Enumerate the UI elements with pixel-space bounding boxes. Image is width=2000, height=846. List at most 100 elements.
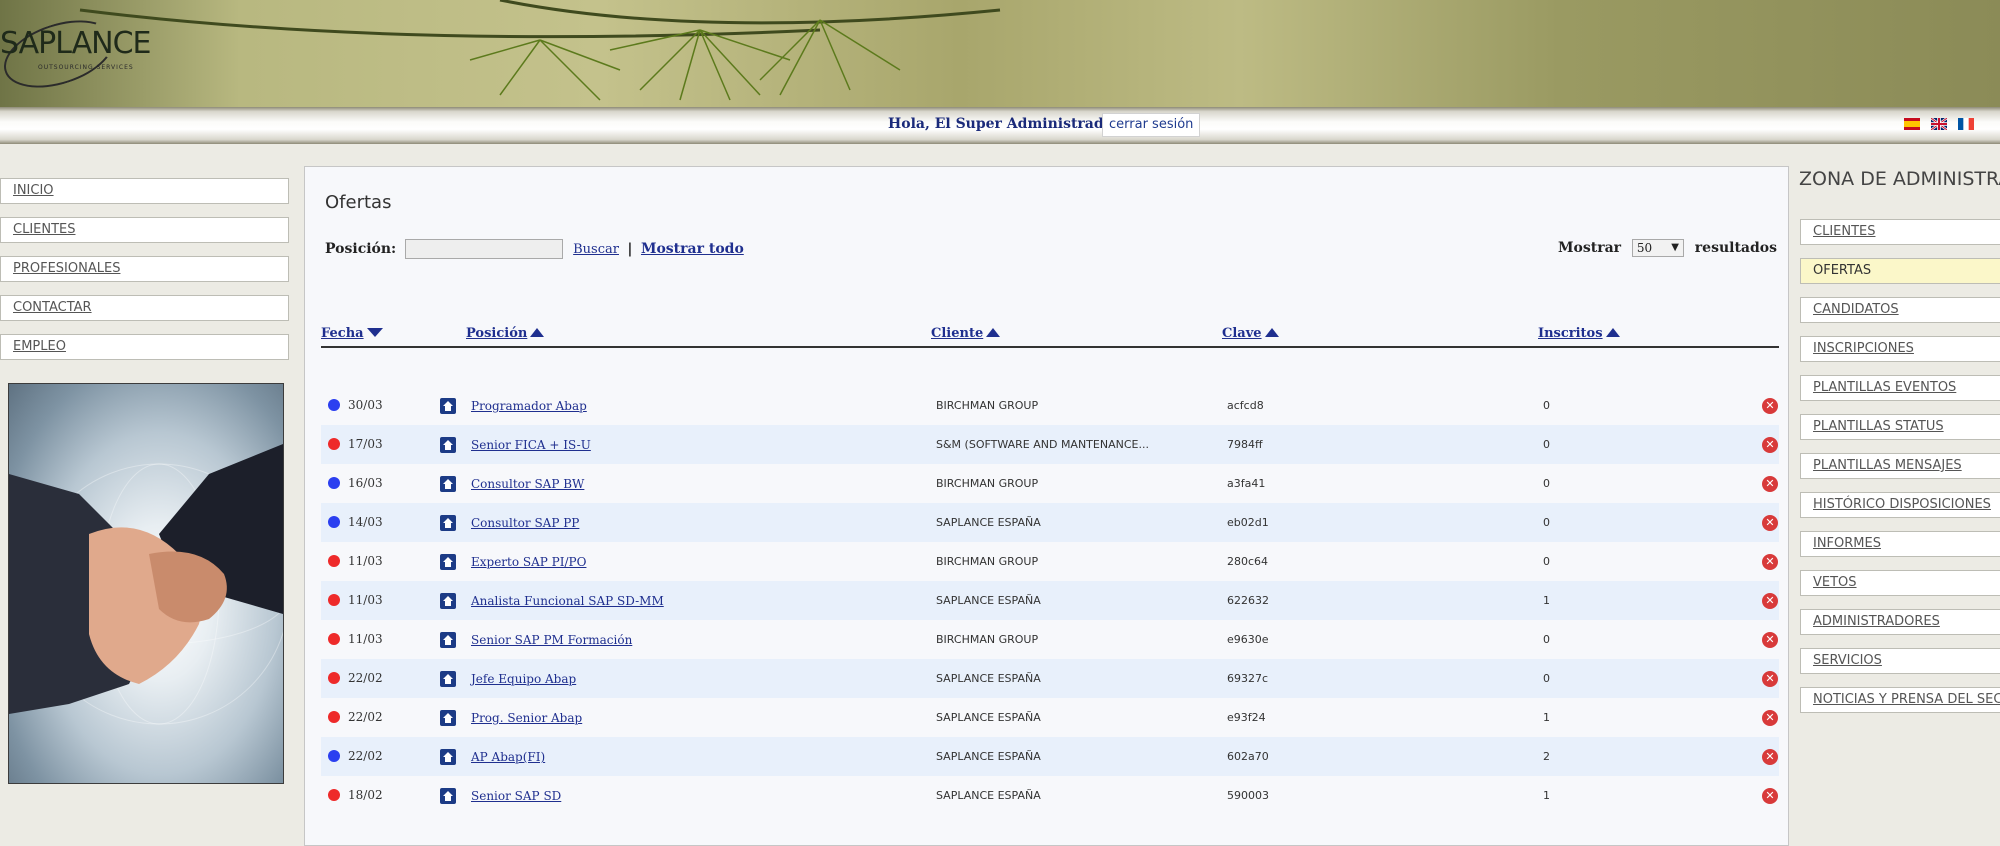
cell-clave: 280c64 [1227,555,1269,568]
show-label: Mostrar [1558,240,1622,256]
status-dot-icon [328,399,340,411]
logo-text: SAPLANCE [0,26,151,61]
delete-icon[interactable]: ✕ [1762,671,1778,687]
cell-posicion-link[interactable]: Analista Funcional SAP SD-MM [471,594,664,608]
col-inscritos-header[interactable]: Inscritos [1538,326,1620,341]
nav-empleo[interactable]: EMPLEO [0,334,289,360]
admin-nav-plantillas-eventos[interactable]: PLANTILLAS EVENTOS [1800,375,2000,401]
status-dot-icon [328,789,340,801]
home-icon[interactable] [440,671,456,687]
home-icon[interactable] [440,515,456,531]
nav-clientes[interactable]: CLIENTES [0,217,289,243]
delete-icon[interactable]: ✕ [1762,710,1778,726]
show-suffix: resultados [1694,240,1777,256]
show-all-link[interactable]: Mostrar todo [641,241,744,257]
delete-icon[interactable]: ✕ [1762,554,1778,570]
cell-inscritos: 0 [1543,633,1550,646]
cell-cliente: BIRCHMAN GROUP [936,477,1039,490]
nav-inicio[interactable]: INICIO [0,178,289,204]
cell-posicion-link[interactable]: Programador Abap [471,399,587,413]
delete-icon[interactable]: ✕ [1762,437,1778,453]
results-count-select[interactable]: 50 ▼ [1631,239,1684,257]
col-clave-header[interactable]: Clave [1222,326,1279,341]
cell-posicion-link[interactable]: Experto SAP PI/PO [471,555,586,569]
cell-posicion-link[interactable]: Consultor SAP BW [471,477,584,491]
cell-posicion-link[interactable]: Senior FICA + IS-U [471,438,591,452]
admin-nav-noticias-y-prensa-del-sect[interactable]: NOTICIAS Y PRENSA DEL SECT [1800,687,2000,713]
fr-flag-icon[interactable] [1958,118,1974,130]
cell-fecha: 17/03 [348,437,383,451]
cell-cliente: SAPLANCE ESPAÑA [936,516,1041,529]
admin-nav-plantillas-mensajes[interactable]: PLANTILLAS MENSAJES [1800,453,2000,479]
delete-icon[interactable]: ✕ [1762,749,1778,765]
home-icon[interactable] [440,437,456,453]
admin-nav-hist-rico-disposiciones[interactable]: HISTÓRICO DISPOSICIONES [1800,492,2000,518]
es-flag-icon[interactable] [1904,118,1920,130]
sort-asc-icon [530,328,545,337]
cell-posicion-link[interactable]: Senior SAP PM Formación [471,633,632,647]
status-dot-icon [328,633,340,645]
home-icon[interactable] [440,476,456,492]
cell-cliente: BIRCHMAN GROUP [936,555,1039,568]
admin-nav-vetos[interactable]: VETOS [1800,570,2000,596]
cell-posicion-link[interactable]: Jefe Equipo Abap [471,672,576,686]
logout-button[interactable]: cerrar sesión [1102,113,1201,137]
home-icon[interactable] [440,554,456,570]
col-fecha-header[interactable]: Fecha [321,326,383,341]
greeting-text: Hola, El Super Administrador [888,116,1121,132]
cell-clave: eb02d1 [1227,516,1269,529]
home-icon[interactable] [440,749,456,765]
cell-fecha: 22/02 [348,671,383,685]
cell-posicion-link[interactable]: Consultor SAP PP [471,516,579,530]
status-dot-icon [328,711,340,723]
col-cliente-header[interactable]: Cliente [931,326,1001,341]
admin-nav-inscripciones[interactable]: INSCRIPCIONES [1800,336,2000,362]
delete-icon[interactable]: ✕ [1762,515,1778,531]
home-icon[interactable] [440,710,456,726]
status-dot-icon [328,438,340,450]
delete-icon[interactable]: ✕ [1762,398,1778,414]
home-icon[interactable] [440,398,456,414]
admin-nav-ofertas[interactable]: OFERTAS [1800,258,2000,284]
results-count-value: 50 [1636,241,1653,255]
delete-icon[interactable]: ✕ [1762,632,1778,648]
uk-flag-icon[interactable] [1931,118,1947,130]
cell-inscritos: 1 [1543,789,1550,802]
chevron-down-icon: ▼ [1671,242,1679,253]
delete-icon[interactable]: ✕ [1762,593,1778,609]
home-icon[interactable] [440,788,456,804]
nav-contactar[interactable]: CONTACTAR [0,295,289,321]
admin-nav-servicios[interactable]: SERVICIOS [1800,648,2000,674]
home-icon[interactable] [440,593,456,609]
delete-icon[interactable]: ✕ [1762,476,1778,492]
admin-nav-plantillas-status[interactable]: PLANTILLAS STATUS [1800,414,2000,440]
table-row: 11/03 Senior SAP PM Formación BIRCHMAN GRO… [321,620,1779,659]
admin-nav-candidatos[interactable]: CANDIDATOS [1800,297,2000,323]
position-search-input[interactable] [404,239,563,259]
cell-fecha: 11/03 [348,632,383,646]
status-dot-icon [328,555,340,567]
pine-branch-banner [79,0,1001,101]
cell-inscritos: 0 [1543,516,1550,529]
table-row: 16/03 Consultor SAP BW BIRCHMAN GROUP a3fa4… [321,464,1779,503]
admin-nav-clientes[interactable]: CLIENTES [1800,219,2000,245]
saplance-logo[interactable]: SAPLANCE OUTSOURCING SERVICES [0,7,160,101]
cell-posicion-link[interactable]: AP Abap(FI) [471,750,545,764]
cell-posicion-link[interactable]: Senior SAP SD [471,789,561,803]
sort-desc-icon [366,328,383,337]
nav-profesionales[interactable]: PROFESIONALES [0,256,289,282]
status-dot-icon [328,750,340,762]
search-button[interactable]: Buscar [573,242,619,257]
cell-clave: e9630e [1227,633,1269,646]
cell-posicion-link[interactable]: Prog. Senior Abap [471,711,582,725]
col-posicion-header[interactable]: Posición [466,326,545,341]
cell-cliente: S&M (SOFTWARE AND MANTENANCE... [936,438,1149,451]
cell-inscritos: 0 [1543,672,1550,685]
admin-nav-informes[interactable]: INFORMES [1800,531,2000,557]
cell-cliente: BIRCHMAN GROUP [936,399,1039,412]
cell-clave: 69327c [1227,672,1269,685]
admin-nav-administradores[interactable]: ADMINISTRADORES [1800,609,2000,635]
delete-icon[interactable]: ✕ [1762,788,1778,804]
home-icon[interactable] [440,632,456,648]
sort-asc-icon [986,328,1001,337]
